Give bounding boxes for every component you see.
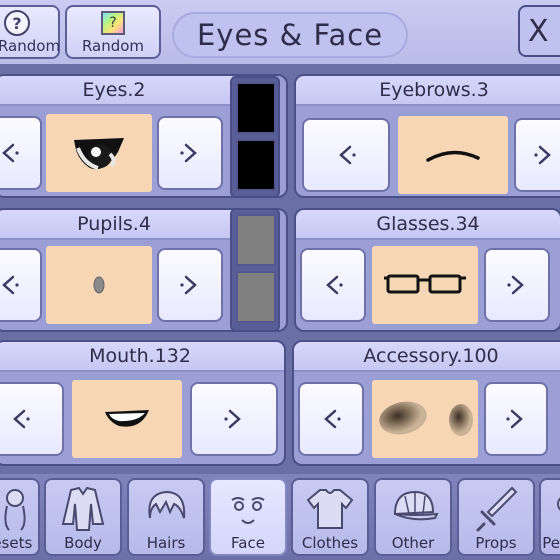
chevron-left-icon <box>326 275 343 295</box>
accessory-next-button[interactable] <box>484 382 548 456</box>
accessory-prev-button[interactable] <box>298 382 364 456</box>
tab-presets-label: Presets <box>0 534 33 552</box>
tab-props[interactable]: Props <box>457 478 535 556</box>
tshirt-icon <box>306 489 354 529</box>
pupil-preview-icon <box>93 276 105 294</box>
chevron-right-icon <box>224 409 241 429</box>
eyes-preview <box>46 114 152 192</box>
eyes-color-swatch-2[interactable] <box>236 139 276 191</box>
close-button[interactable]: X <box>518 5 560 57</box>
person-icon <box>4 489 26 531</box>
pupils-color-swatch-1[interactable] <box>236 214 276 266</box>
pupils-prev-button[interactable] <box>0 248 42 322</box>
tab-other[interactable]: Other <box>374 478 452 556</box>
accessory-preview <box>372 380 478 458</box>
tab-clothes[interactable]: Clothes <box>291 478 369 556</box>
eyebrows-next-button[interactable] <box>514 118 560 192</box>
eyebrow-preview-icon <box>426 150 480 162</box>
page-title: Eyes & Face <box>172 12 408 58</box>
cap-icon <box>393 490 439 521</box>
pupils-next-button[interactable] <box>157 248 223 322</box>
chevron-right-icon <box>180 143 197 163</box>
mouth-next-button[interactable] <box>190 382 278 456</box>
eyebrows-preview <box>398 116 508 194</box>
glasses-next-button[interactable] <box>484 248 550 322</box>
random-preset-button[interactable]: ? Random <box>0 5 60 59</box>
pupils-title: Pupils.4 <box>0 210 232 240</box>
question-circle-icon: ? <box>4 10 30 36</box>
pupils-preview <box>46 246 152 324</box>
pet-icon <box>557 497 560 511</box>
tab-body-label: Body <box>64 534 102 552</box>
random-face-label: Random <box>81 37 145 55</box>
eye-preview-icon <box>74 138 124 170</box>
tab-props-label: Props <box>475 534 517 552</box>
eyes-color-swatches <box>230 76 280 198</box>
random-preset-label: Random <box>0 37 61 55</box>
category-tab-bar: Presets Body Hairs Face Clothes Other Pr… <box>0 474 560 560</box>
glasses-prev-button[interactable] <box>300 248 366 322</box>
face-icon <box>231 497 265 524</box>
chevron-left-icon <box>339 145 356 165</box>
mouth-title: Mouth.132 <box>0 342 284 372</box>
tab-pets[interactable]: Pets <box>539 478 560 556</box>
question-square-icon: ? <box>101 11 125 35</box>
tab-face[interactable]: Face <box>209 478 287 556</box>
chevron-right-icon <box>534 145 551 165</box>
glasses-preview-icon <box>384 274 466 294</box>
mouth-preview <box>72 380 182 458</box>
tab-other-label: Other <box>391 534 435 552</box>
accessory-title: Accessory.100 <box>294 342 560 372</box>
tab-hairs-label: Hairs <box>146 534 186 552</box>
chevron-right-icon <box>506 409 523 429</box>
mouth-preview-icon <box>105 410 149 427</box>
tab-hairs[interactable]: Hairs <box>127 478 205 556</box>
eyebrows-prev-button[interactable] <box>302 118 390 192</box>
glasses-preview <box>372 246 478 324</box>
random-face-button[interactable]: ? Random <box>65 5 161 59</box>
pupils-color-swatches <box>230 208 280 332</box>
eyes-title: Eyes.2 <box>0 76 232 106</box>
chevron-left-icon <box>2 143 19 163</box>
tab-presets[interactable]: Presets <box>0 478 40 556</box>
accessory-preview-icon <box>379 401 473 436</box>
chevron-left-icon <box>324 409 341 429</box>
chevron-left-icon <box>13 409 30 429</box>
eyes-color-swatch-1[interactable] <box>236 82 276 134</box>
hair-icon <box>148 490 186 519</box>
tab-body[interactable]: Body <box>44 478 122 556</box>
tab-clothes-label: Clothes <box>301 534 359 552</box>
sword-icon <box>476 486 518 532</box>
glasses-title: Glasses.34 <box>296 210 560 240</box>
chevron-left-icon <box>2 275 19 295</box>
character-editor-screen: ? Random ? Random Eyes & Face X Eyes.2 E… <box>0 0 560 560</box>
eyes-next-button[interactable] <box>157 116 223 190</box>
chevron-right-icon <box>507 275 524 295</box>
eyes-prev-button[interactable] <box>0 116 42 190</box>
chevron-right-icon <box>180 275 197 295</box>
close-icon: X <box>528 13 549 49</box>
eyebrows-title: Eyebrows.3 <box>296 76 560 106</box>
pupils-color-swatch-2[interactable] <box>236 271 276 323</box>
tab-pets-label: Pets <box>542 534 560 552</box>
mouth-prev-button[interactable] <box>0 382 64 456</box>
shirt-body-icon <box>61 486 105 531</box>
tab-face-label: Face <box>231 534 265 552</box>
